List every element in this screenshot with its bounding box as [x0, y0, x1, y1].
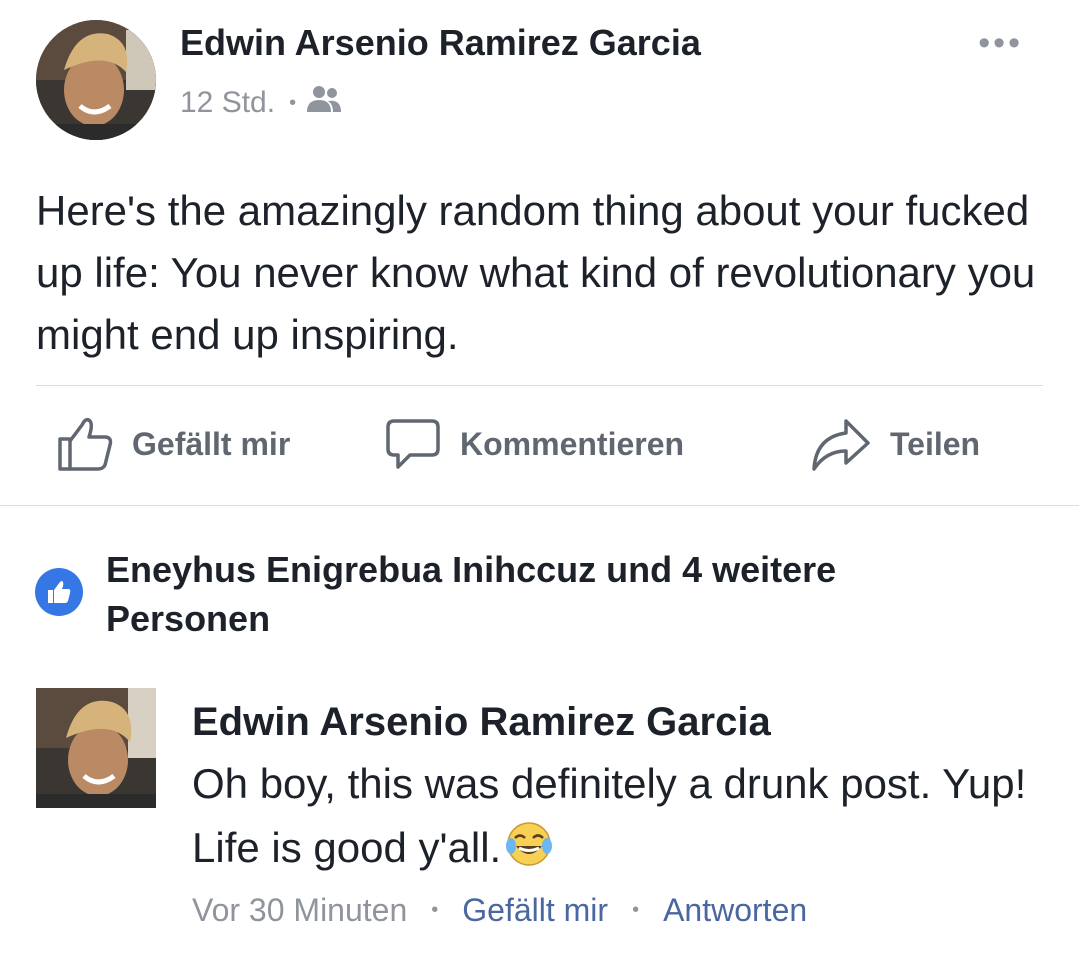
- meta-separator: •: [431, 899, 439, 921]
- share-label: Teilen: [890, 425, 981, 462]
- comment-text: Oh boy, this was definitely a drunk post…: [192, 752, 1062, 886]
- tears-of-joy-emoji: [505, 820, 553, 886]
- share-button[interactable]: Teilen: [810, 414, 980, 474]
- comment-bubble-icon: [386, 419, 440, 469]
- like-button[interactable]: Gefällt mir: [56, 414, 290, 474]
- comment-like-link[interactable]: Gefällt mir: [462, 892, 608, 929]
- reactions-summary[interactable]: Eneyhus Enigrebua Inihccuz und 4 weitere…: [106, 545, 1006, 643]
- post-author-name[interactable]: Edwin Arsenio Ramirez Garcia: [180, 22, 701, 64]
- meta-separator: •: [289, 91, 297, 114]
- post-text: Here's the amazingly random thing about …: [36, 187, 1036, 358]
- divider: [0, 505, 1079, 506]
- post-timestamp[interactable]: 12 Std.: [180, 86, 275, 120]
- comment-timestamp[interactable]: Vor 30 Minuten: [192, 892, 407, 929]
- friends-icon: [306, 84, 342, 122]
- like-badge-icon: [35, 568, 83, 616]
- meta-separator: •: [632, 899, 640, 921]
- divider: [36, 385, 1043, 386]
- comment-author-name[interactable]: Edwin Arsenio Ramirez Garcia: [192, 700, 771, 745]
- thumbs-up-icon: [58, 417, 113, 471]
- comment-meta: Vor 30 Minuten • Gefällt mir • Antworten: [192, 892, 807, 929]
- comment-reply-link[interactable]: Antworten: [663, 892, 807, 929]
- post-meta: 12 Std. •: [180, 84, 342, 122]
- share-arrow-icon: [812, 419, 870, 471]
- comment-body: Oh boy, this was definitely a drunk post…: [192, 760, 1027, 871]
- comment-button[interactable]: Kommentieren: [384, 414, 684, 474]
- comment-label: Kommentieren: [460, 425, 685, 462]
- author-avatar[interactable]: [36, 20, 156, 140]
- more-options-button[interactable]: •••: [978, 24, 1023, 63]
- like-label: Gefällt mir: [132, 425, 291, 462]
- commenter-avatar[interactable]: [36, 688, 156, 808]
